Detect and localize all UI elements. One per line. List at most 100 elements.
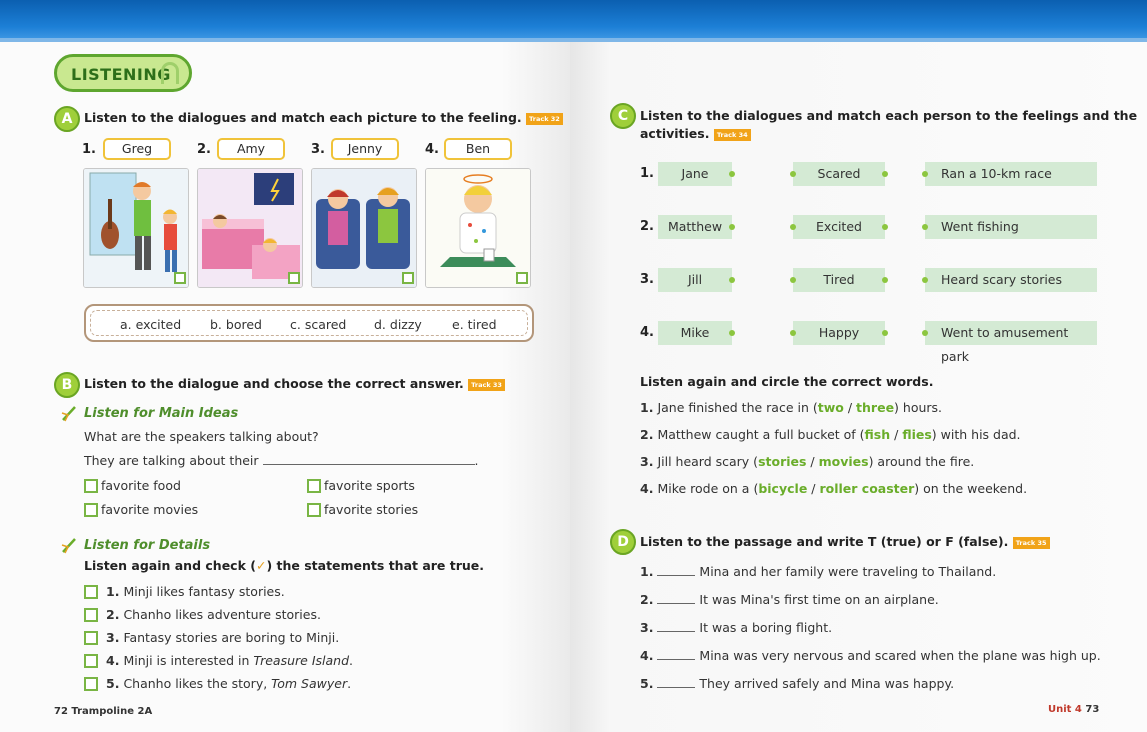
- person-label: Jill: [687, 272, 703, 287]
- choice-checkbox-stories[interactable]: [307, 503, 321, 517]
- feeling-label: Tired: [823, 272, 855, 287]
- circle-item-4: 4. Mike rode on a (bicycle / roller coas…: [640, 481, 1027, 496]
- slash: /: [843, 400, 857, 415]
- pencil-icon: [61, 538, 76, 554]
- word-option-a[interactable]: bicycle: [758, 481, 807, 496]
- name-box-jenny: Jenny: [331, 138, 399, 160]
- answer-box-4[interactable]: [516, 272, 528, 284]
- answer-box-2[interactable]: [288, 272, 300, 284]
- choice-checkbox-sports[interactable]: [307, 479, 321, 493]
- feeling-label: Happy: [818, 325, 860, 340]
- feeling-tired[interactable]: Tired: [790, 268, 888, 292]
- activity-fishing[interactable]: Went fishing: [922, 215, 1097, 239]
- prompt-text: They are talking about their: [84, 453, 259, 468]
- statement-num: 2.: [106, 607, 120, 622]
- prompt-period: .: [474, 453, 479, 468]
- word-option-a[interactable]: fish: [865, 427, 891, 442]
- word-option-b[interactable]: flies: [902, 427, 931, 442]
- left-page: LISTENING A Listen to the dialogues and …: [0, 0, 570, 732]
- item-num: 3.: [640, 454, 654, 469]
- answer-box-1[interactable]: [174, 272, 186, 284]
- tf-answer-blank[interactable]: [657, 619, 696, 632]
- statement-1: 1. Minji likes fantasy stories.: [106, 584, 285, 599]
- option-excited: a. excited: [120, 317, 182, 332]
- activity-label: Ran a 10-km race: [941, 166, 1052, 181]
- activity-label: Went to amusement park: [941, 325, 1069, 364]
- statement-num: 5.: [106, 676, 120, 691]
- section-d-instruction-text: Listen to the passage and write T (true)…: [640, 534, 1009, 549]
- section-title: LISTENING: [71, 65, 171, 84]
- match-row-num-2: 2.: [640, 219, 654, 234]
- person-mike[interactable]: Mike: [658, 321, 735, 345]
- word-option-b[interactable]: movies: [819, 454, 869, 469]
- section-c-instruction-line2: activities. Track 34: [640, 126, 751, 141]
- item-post: ) with his dad.: [931, 427, 1021, 442]
- activity-race[interactable]: Ran a 10-km race: [922, 162, 1097, 186]
- activity-stories[interactable]: Heard scary stories: [922, 268, 1097, 292]
- picture-greg: [83, 168, 189, 288]
- item-pre: Matthew caught a full bucket of (: [657, 427, 865, 442]
- tf-num: 5.: [640, 676, 654, 691]
- item-num: 1.: [640, 400, 654, 415]
- tf-num: 2.: [640, 592, 654, 607]
- main-ideas-prompt: They are talking about their .: [84, 452, 479, 468]
- track-35-badge[interactable]: Track 35: [1012, 536, 1050, 549]
- details-title: Listen for Details: [84, 538, 211, 553]
- word-option-b[interactable]: roller coaster: [819, 481, 914, 496]
- name-number-2: 2.: [197, 142, 211, 157]
- activity-amusement-park[interactable]: Went to amusement park: [922, 321, 1097, 364]
- answer-blank[interactable]: [262, 452, 475, 465]
- top-banner: [0, 0, 570, 42]
- circle-title: Listen again and circle the correct word…: [640, 374, 934, 389]
- statement-text: Fantasy stories are boring to Minji.: [123, 630, 340, 645]
- feeling-happy[interactable]: Happy: [790, 321, 888, 345]
- tf-answer-blank[interactable]: [657, 563, 696, 576]
- statement-checkbox-2[interactable]: [84, 608, 98, 622]
- person-label: Jane: [681, 166, 709, 181]
- word-option-a[interactable]: two: [818, 400, 844, 415]
- activity-label: Heard scary stories: [941, 272, 1063, 287]
- feeling-label: Excited: [816, 219, 862, 234]
- statement-3: 3. Fantasy stories are boring to Minji.: [106, 630, 339, 645]
- statement-checkbox-4[interactable]: [84, 654, 98, 668]
- pencil-icon: [61, 406, 76, 422]
- choice-checkbox-movies[interactable]: [84, 503, 98, 517]
- tf-answer-blank[interactable]: [657, 647, 696, 660]
- track-33-badge[interactable]: Track 33: [468, 378, 505, 391]
- track-32-badge[interactable]: Track 32: [526, 112, 563, 125]
- word-option-b[interactable]: three: [856, 400, 894, 415]
- choice-checkbox-food[interactable]: [84, 479, 98, 493]
- person-jane[interactable]: Jane: [658, 162, 735, 186]
- statement-num: 4.: [106, 653, 120, 668]
- activity-label: Went fishing: [941, 219, 1019, 234]
- main-ideas-title: Listen for Main Ideas: [84, 406, 239, 421]
- statement-checkbox-5[interactable]: [84, 677, 98, 691]
- right-page: C Listen to the dialogues and match each…: [570, 0, 1147, 732]
- feeling-scared[interactable]: Scared: [790, 162, 888, 186]
- feeling-label: Scared: [817, 166, 861, 181]
- person-jill[interactable]: Jill: [658, 268, 735, 292]
- statement-checkbox-3[interactable]: [84, 631, 98, 645]
- tf-statement-3: 3. It was a boring flight.: [640, 619, 832, 635]
- item-post: ) on the weekend.: [914, 481, 1028, 496]
- top-banner: [570, 0, 1147, 42]
- circle-item-2: 2. Matthew caught a full bucket of (fish…: [640, 427, 1021, 442]
- name-number-1: 1.: [82, 142, 96, 157]
- statement-4: 4. Minji is interested in Treasure Islan…: [106, 653, 353, 668]
- track-34-badge[interactable]: Track 34: [713, 128, 751, 141]
- tf-num: 1.: [640, 564, 654, 579]
- circle-item-1: 1. Jane finished the race in (two / thre…: [640, 400, 942, 415]
- match-row-num-1: 1.: [640, 166, 654, 181]
- answer-box-3[interactable]: [402, 272, 414, 284]
- feeling-excited[interactable]: Excited: [790, 215, 888, 239]
- choice-movies: favorite movies: [101, 502, 199, 517]
- statement-checkbox-1[interactable]: [84, 585, 98, 599]
- section-c-instruction-line1: Listen to the dialogues and match each p…: [640, 108, 1138, 123]
- person-matthew[interactable]: Matthew: [658, 215, 735, 239]
- tf-answer-blank[interactable]: [657, 591, 696, 604]
- word-option-a[interactable]: stories: [758, 454, 806, 469]
- name-number-4: 4.: [425, 142, 439, 157]
- tf-answer-blank[interactable]: [657, 675, 696, 688]
- headphones-icon: [161, 62, 179, 84]
- tf-num: 4.: [640, 648, 654, 663]
